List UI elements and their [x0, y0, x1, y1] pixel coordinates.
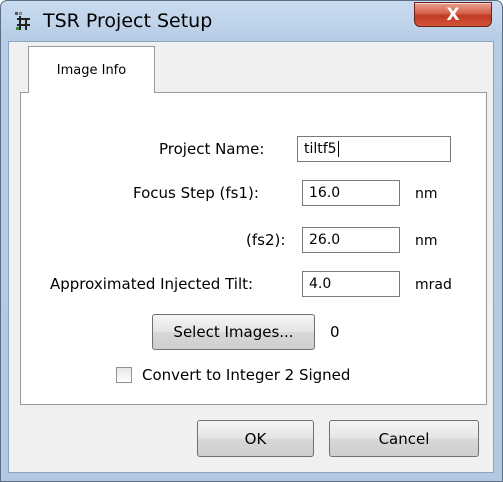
tab-label: Image Info: [56, 62, 127, 78]
select-images-label: Select Images...: [173, 323, 294, 341]
injected-tilt-label: Approximated Injected Tilt:: [50, 275, 254, 293]
ok-button[interactable]: OK: [197, 420, 314, 457]
injected-tilt-input[interactable]: 4.0: [302, 271, 400, 297]
project-name-input[interactable]: tiltf5: [297, 136, 451, 162]
text-caret: [337, 141, 339, 157]
focus-step-fs2-value: 26.0: [309, 232, 341, 248]
close-icon: X: [446, 4, 460, 25]
project-name-value: tiltf5: [304, 141, 337, 157]
window-title: TSR Project Setup: [43, 10, 213, 32]
injected-tilt-value: 4.0: [309, 276, 332, 292]
convert-integer-label: Convert to Integer 2 Signed: [142, 366, 351, 384]
focus-step-fs1-unit: nm: [415, 186, 438, 202]
focus-step-fs2-label: (fs2):: [246, 231, 286, 249]
title-bar[interactable]: TSR Project Setup X: [1, 1, 502, 41]
cancel-button[interactable]: Cancel: [329, 420, 479, 457]
select-images-button[interactable]: Select Images...: [152, 314, 315, 350]
selected-images-count: 0: [330, 323, 340, 341]
focus-step-fs2-input[interactable]: 26.0: [302, 227, 400, 253]
injected-tilt-unit: mrad: [415, 277, 452, 293]
tab-image-info[interactable]: Image Info: [28, 46, 155, 93]
focus-step-fs1-input[interactable]: 16.0: [302, 180, 400, 206]
cancel-label: Cancel: [378, 429, 430, 448]
ok-label: OK: [244, 429, 267, 448]
convert-integer-checkbox[interactable]: [116, 367, 132, 383]
close-button[interactable]: X: [414, 2, 492, 27]
focus-step-fs1-value: 16.0: [309, 185, 341, 201]
focus-step-fs1-label: Focus Step (fs1):: [133, 184, 259, 202]
app-icon: [15, 12, 30, 30]
focus-step-fs2-unit: nm: [415, 233, 438, 249]
project-name-label: Project Name:: [159, 140, 265, 158]
